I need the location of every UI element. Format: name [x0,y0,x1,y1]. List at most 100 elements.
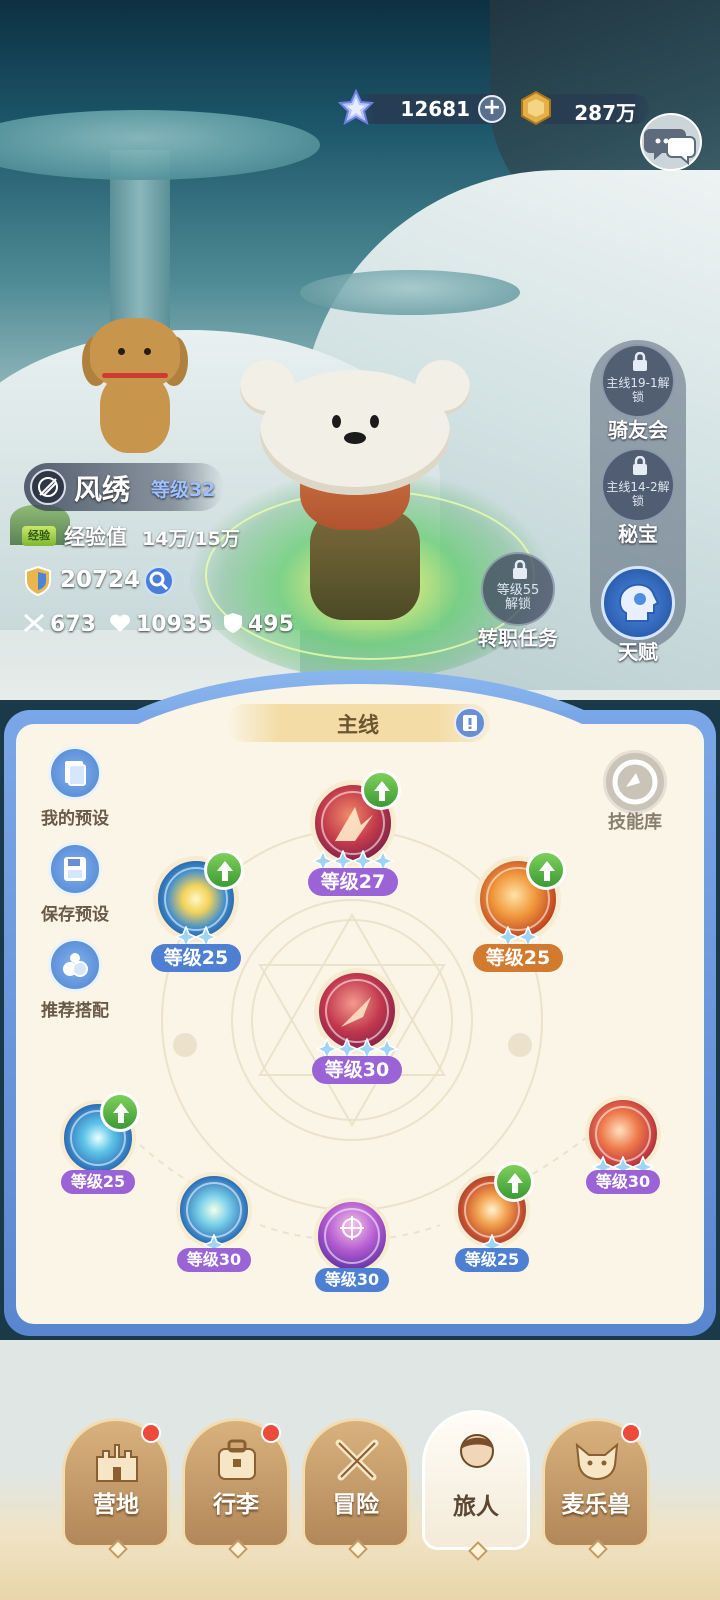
castle-icon [96,1444,138,1482]
player-level: 等级32 [151,479,216,501]
job-quest-label: 转职任务 [478,626,558,650]
attack-value: 673 [50,612,96,637]
lock-icon [513,560,527,579]
chat-button[interactable] [640,113,702,171]
skill-tab[interactable]: 主线 [226,704,490,742]
defense-value: 495 [248,612,294,637]
power-value: 20724 [60,567,141,593]
rider-club-lock-text: 主线19-1解锁 [606,376,670,404]
gold-coin-icon [521,90,551,126]
search-icon [149,571,169,591]
nav-camp[interactable]: 营地 [62,1418,170,1559]
defense-stat: 495 [222,612,294,637]
nav-traveler[interactable]: 旅人 [422,1410,530,1561]
my-preset-button[interactable]: 我的预设 [30,746,120,829]
fox-face-icon [575,1442,619,1481]
skill-slot-center[interactable]: 等级30 [297,968,417,1084]
bear-hat [240,360,470,500]
shield-power-icon [25,565,51,597]
upgrade-arrow-icon[interactable] [494,1162,534,1202]
hp-stat: 10935 [108,612,213,637]
skill-level: 等级30 [315,1268,389,1292]
backpack-icon [218,1439,256,1480]
skill-slot-row-4[interactable]: 等级25 [432,1162,552,1272]
preset-icon [65,761,86,786]
nav-camp-label: 营地 [93,1492,139,1518]
attack-stat: 673 [22,612,96,637]
rider-club-button[interactable]: 主线19-1解锁 骑友会 [593,344,683,443]
skill-slot-row-2[interactable]: 等级30 [154,1172,274,1272]
recommend-label: 推荐搭配 [41,1001,109,1021]
nav-adventure-label: 冒险 [333,1492,379,1518]
gem-currency: 12681 + [338,89,510,125]
pet-dog [80,318,190,458]
skill-slot-right[interactable]: 等级25 [458,850,578,972]
mushroom-cap-small [300,270,520,315]
gold-currency: 287万 [521,90,650,126]
treasure-button[interactable]: 主线14-2解锁 秘宝 [593,448,683,547]
exp-tag: 经验 [22,526,56,546]
crossed-swords-icon [335,1439,379,1481]
skill-level: 等级30 [312,1056,402,1084]
skill-tab-label: 主线 [337,713,379,737]
gem-count: 12681 [400,97,470,121]
job-quest-lock-text: 等级55解锁 [496,583,540,612]
skill-icon [314,1198,390,1274]
skill-slot-row-1[interactable]: 等级25 [38,1092,158,1194]
rider-club-label: 骑友会 [608,418,668,442]
nav-luggage[interactable]: 行李 [182,1418,290,1559]
upgrade-arrow-icon[interactable] [361,770,401,810]
recommend-icon [63,953,88,977]
skill-library-icon [612,759,658,805]
treasure-lock-text: 主线14-2解锁 [606,480,670,508]
skill-level: 等级25 [61,1170,135,1194]
skill-level: 等级27 [308,868,398,896]
hp-value: 10935 [136,612,213,637]
talent-button[interactable]: 天赋 [593,566,683,665]
class-icon [30,469,66,505]
skill-slot-row-3[interactable]: 等级30 [292,1198,412,1292]
talent-label: 天赋 [618,640,658,664]
upgrade-arrow-icon[interactable] [204,850,244,890]
skill-library-button[interactable]: 技能库 [590,750,680,834]
power-detail-button[interactable] [144,566,174,596]
notification-badge [261,1423,281,1443]
book-info-button[interactable] [454,707,486,739]
exp-value: 14万/15万 [142,528,240,550]
add-gem-button[interactable]: + [478,95,506,123]
job-quest-button[interactable]: 等级55解锁 转职任务 [473,552,563,651]
skill-library-label: 技能库 [608,812,662,833]
skill-level: 等级30 [586,1170,660,1194]
book-icon [463,715,477,731]
shield-icon [224,613,242,633]
mushroom-cap [0,110,320,180]
skill-level: 等级25 [151,944,241,972]
recommend-button[interactable]: 推荐搭配 [30,938,120,1021]
exp-label: 经验值 [64,525,127,549]
upgrade-arrow-icon[interactable] [100,1092,140,1132]
heart-icon [110,614,130,632]
skill-slot-row-5[interactable]: 等级30 [563,1096,683,1194]
combat-power: 20724 [22,565,182,599]
lock-icon [633,456,647,475]
save-preset-button[interactable]: 保存预设 [30,842,120,925]
notification-badge [141,1423,161,1443]
save-preset-label: 保存预设 [41,905,109,925]
head-gear-icon [619,583,660,622]
skill-level: 等级25 [473,944,563,972]
notification-badge [621,1423,641,1443]
skill-level: 等级25 [455,1248,529,1272]
my-preset-label: 我的预设 [41,809,109,829]
skill-slot-top[interactable]: 等级27 [293,770,413,896]
lock-icon [633,352,647,371]
player-name-plate[interactable]: 风绣 等级32 [24,463,224,511]
traveler-avatar-icon [460,1434,494,1468]
chat-bubbles-icon [644,129,696,166]
nav-adventure[interactable]: 冒险 [302,1418,410,1559]
nav-pet[interactable]: 麦乐兽 [542,1418,650,1559]
nav-traveler-label: 旅人 [453,1494,499,1520]
upgrade-arrow-icon[interactable] [526,850,566,890]
player-name: 风绣 [74,473,131,506]
skill-slot-left[interactable]: 等级25 [136,850,256,972]
skill-level: 等级30 [177,1248,251,1272]
